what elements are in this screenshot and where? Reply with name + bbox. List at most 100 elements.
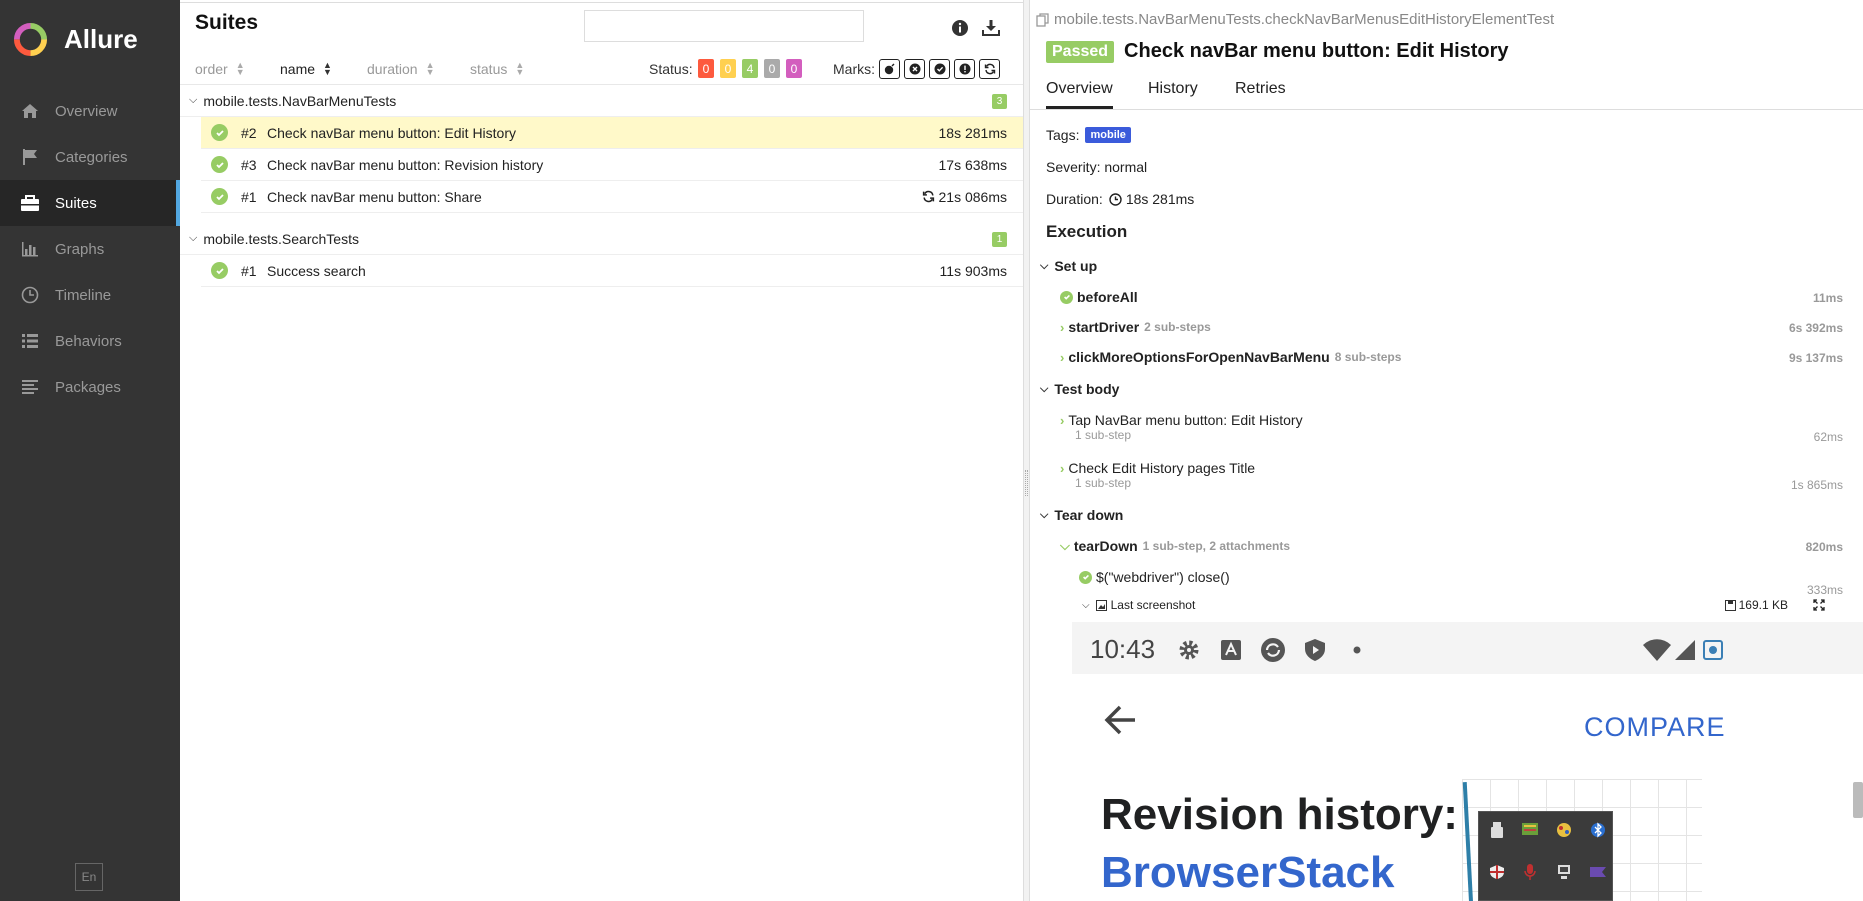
status-broken-toggle[interactable]: 0 [720, 59, 736, 78]
test-name: Check navBar menu button: Edit History [267, 124, 517, 141]
sort-duration[interactable]: duration ▲ ▼ [367, 61, 435, 78]
gear-icon [1176, 637, 1202, 663]
sort-order-label: order [195, 61, 228, 77]
download-icon [982, 20, 1000, 36]
test-name: Check navBar menu button: Revision histo… [267, 156, 544, 173]
sidebar-item-label: Overview [55, 102, 118, 120]
allure-report: Allure Overview Categories Suites Graphs… [0, 0, 1863, 901]
test-row[interactable]: #1 Success search 11s 903ms [201, 255, 1023, 287]
sort-name-label: name [280, 61, 316, 77]
chevron-down-icon: ⌵ [1060, 538, 1070, 553]
clock-icon [20, 285, 40, 305]
step-substeps: 1 sub-step [1075, 476, 1132, 490]
mark-new-passed-toggle[interactable] [929, 59, 950, 79]
sort-bar: order ▲ ▼ name ▲ ▼ duration ▲ ▼ status ▲ ▼ Statu… [180, 53, 1023, 85]
step-row[interactable]: beforeAll 11ms [1060, 289, 1853, 305]
test-row[interactable]: #2 Check navBar menu button: Edit Histor… [201, 117, 1023, 149]
network-icon [1555, 863, 1573, 881]
sidebar-item-graphs[interactable]: Graphs [0, 226, 180, 272]
sidebar-item-suites[interactable]: Suites [0, 180, 180, 226]
status-unknown-toggle[interactable]: 0 [786, 59, 802, 78]
test-duration: 21s 086ms [938, 188, 1007, 205]
brand[interactable]: Allure [0, 0, 180, 78]
times-circle-icon [909, 63, 920, 75]
mark-retries-toggle[interactable] [979, 59, 1000, 79]
sidebar-item-behaviors[interactable]: Behaviors [0, 318, 180, 364]
status-skipped-toggle[interactable]: 0 [764, 59, 780, 78]
sidebar-item-overview[interactable]: Overview [0, 88, 180, 134]
body-section-toggle[interactable]: ⌵ Test body [1040, 381, 1119, 397]
wifi-icon [1642, 637, 1672, 663]
copy-icon[interactable] [1036, 12, 1050, 27]
screenshot-image: 10:43 COMPARE Revision history: BrowserS… [1072, 622, 1863, 901]
tags-line: Tags: mobile [1046, 127, 1131, 143]
refresh-icon [984, 63, 995, 75]
mark-new-failed-toggle[interactable] [904, 59, 925, 79]
tab-overview[interactable]: Overview [1046, 80, 1113, 109]
step-row[interactable]: $("webdriver") close() 333ms [1079, 569, 1853, 597]
step-name: beforeAll [1077, 289, 1138, 305]
screenshot-scrollbar[interactable] [1853, 782, 1863, 818]
sidebar-item-label: Packages [55, 378, 121, 396]
tab-retries[interactable]: Retries [1235, 80, 1286, 106]
chevron-down-icon: ⌵ [1040, 508, 1049, 521]
bomb-icon [884, 63, 894, 75]
system-tray-popup [1478, 811, 1613, 901]
flag-icon [20, 147, 40, 167]
tab-history[interactable]: History [1148, 80, 1198, 106]
sort-name[interactable]: name ▲ ▼ [280, 61, 332, 78]
splitter-grip[interactable] [1025, 470, 1028, 496]
step-name: clickMoreOptionsForOpenNavBarMenu [1068, 349, 1330, 365]
setup-section-toggle[interactable]: ⌵ Set up [1040, 258, 1097, 274]
info-button[interactable] [949, 17, 971, 39]
passed-status-icon [211, 188, 228, 205]
test-row[interactable]: #3 Check navBar menu button: Revision hi… [201, 149, 1023, 181]
mark-flaky-toggle[interactable] [879, 59, 900, 79]
suite-group-header[interactable]: ⌵ mobile.tests.SearchTests [180, 223, 1023, 255]
test-row[interactable]: #1 Check navBar menu button: Share 21s 0… [201, 181, 1023, 213]
attachment-row[interactable]: ⌵ Last screenshot 169.1 KB [1082, 598, 1853, 612]
step-substeps: 8 sub-steps [1334, 350, 1402, 364]
check-circle-icon [934, 63, 945, 75]
step-name: $("webdriver") close() [1096, 569, 1230, 585]
chevron-down-icon: ⌵ [1082, 599, 1090, 611]
step-row[interactable]: › clickMoreOptionsForOpenNavBarMenu 8 sub-… [1060, 349, 1853, 365]
chevron-right-icon: › [1060, 319, 1065, 335]
pane-splitter[interactable] [1023, 0, 1030, 901]
severity-line: Severity: normal [1046, 159, 1148, 175]
sidebar-item-packages[interactable]: Packages [0, 364, 180, 410]
language-switcher[interactable]: En [75, 863, 103, 891]
duration-label: Duration: [1046, 191, 1103, 207]
search-input[interactable] [584, 10, 864, 42]
sidebar-item-timeline[interactable]: Timeline [0, 272, 180, 318]
step-row[interactable]: ⌵ tearDown 1 sub-step, 2 attachments 820ms [1060, 538, 1853, 554]
step-row[interactable]: › Tap NavBar menu button: Edit History 1 … [1060, 412, 1853, 444]
sort-status[interactable]: status ▲ ▼ [470, 61, 524, 78]
suite-group: ⌵ mobile.tests.NavBarMenuTests 3 #2 Chec… [180, 85, 1023, 213]
tags-label: Tags: [1046, 127, 1080, 143]
status-passed-toggle[interactable]: 4 [742, 59, 758, 78]
test-duration: 11s 903ms [939, 262, 1007, 279]
status-failed-toggle[interactable]: 0 [698, 59, 714, 78]
sidebar-item-categories[interactable]: Categories [0, 134, 180, 180]
passed-status-icon [211, 124, 228, 141]
exclamation-circle-icon [959, 63, 970, 75]
duration-line: Duration: 18s 281ms [1046, 191, 1194, 207]
download-button[interactable] [980, 17, 1002, 39]
palette-icon [1555, 821, 1573, 839]
shield-play-icon [1302, 637, 1328, 663]
sort-status-label: status [470, 61, 508, 77]
step-row[interactable]: › startDriver 2 sub-steps 6s 392ms [1060, 319, 1853, 335]
step-time: 6s 392ms [1788, 321, 1843, 335]
step-name: startDriver [1068, 319, 1140, 335]
mark-new-broken-toggle[interactable] [954, 59, 975, 79]
sort-order[interactable]: order ▲ ▼ [195, 61, 245, 78]
step-time: 11ms [1812, 291, 1843, 305]
expand-icon[interactable] [1813, 599, 1825, 611]
suite-group-header[interactable]: ⌵ mobile.tests.NavBarMenuTests [180, 85, 1023, 117]
step-name: Tap NavBar menu button: Edit History [1068, 412, 1303, 428]
step-row[interactable]: › Check Edit History pages Title 1 sub-st… [1060, 460, 1853, 492]
compare-button: COMPARE [1584, 712, 1726, 742]
attachment-size-cell: 169.1 KB [1724, 598, 1788, 612]
teardown-section-toggle[interactable]: ⌵ Tear down [1040, 507, 1123, 523]
